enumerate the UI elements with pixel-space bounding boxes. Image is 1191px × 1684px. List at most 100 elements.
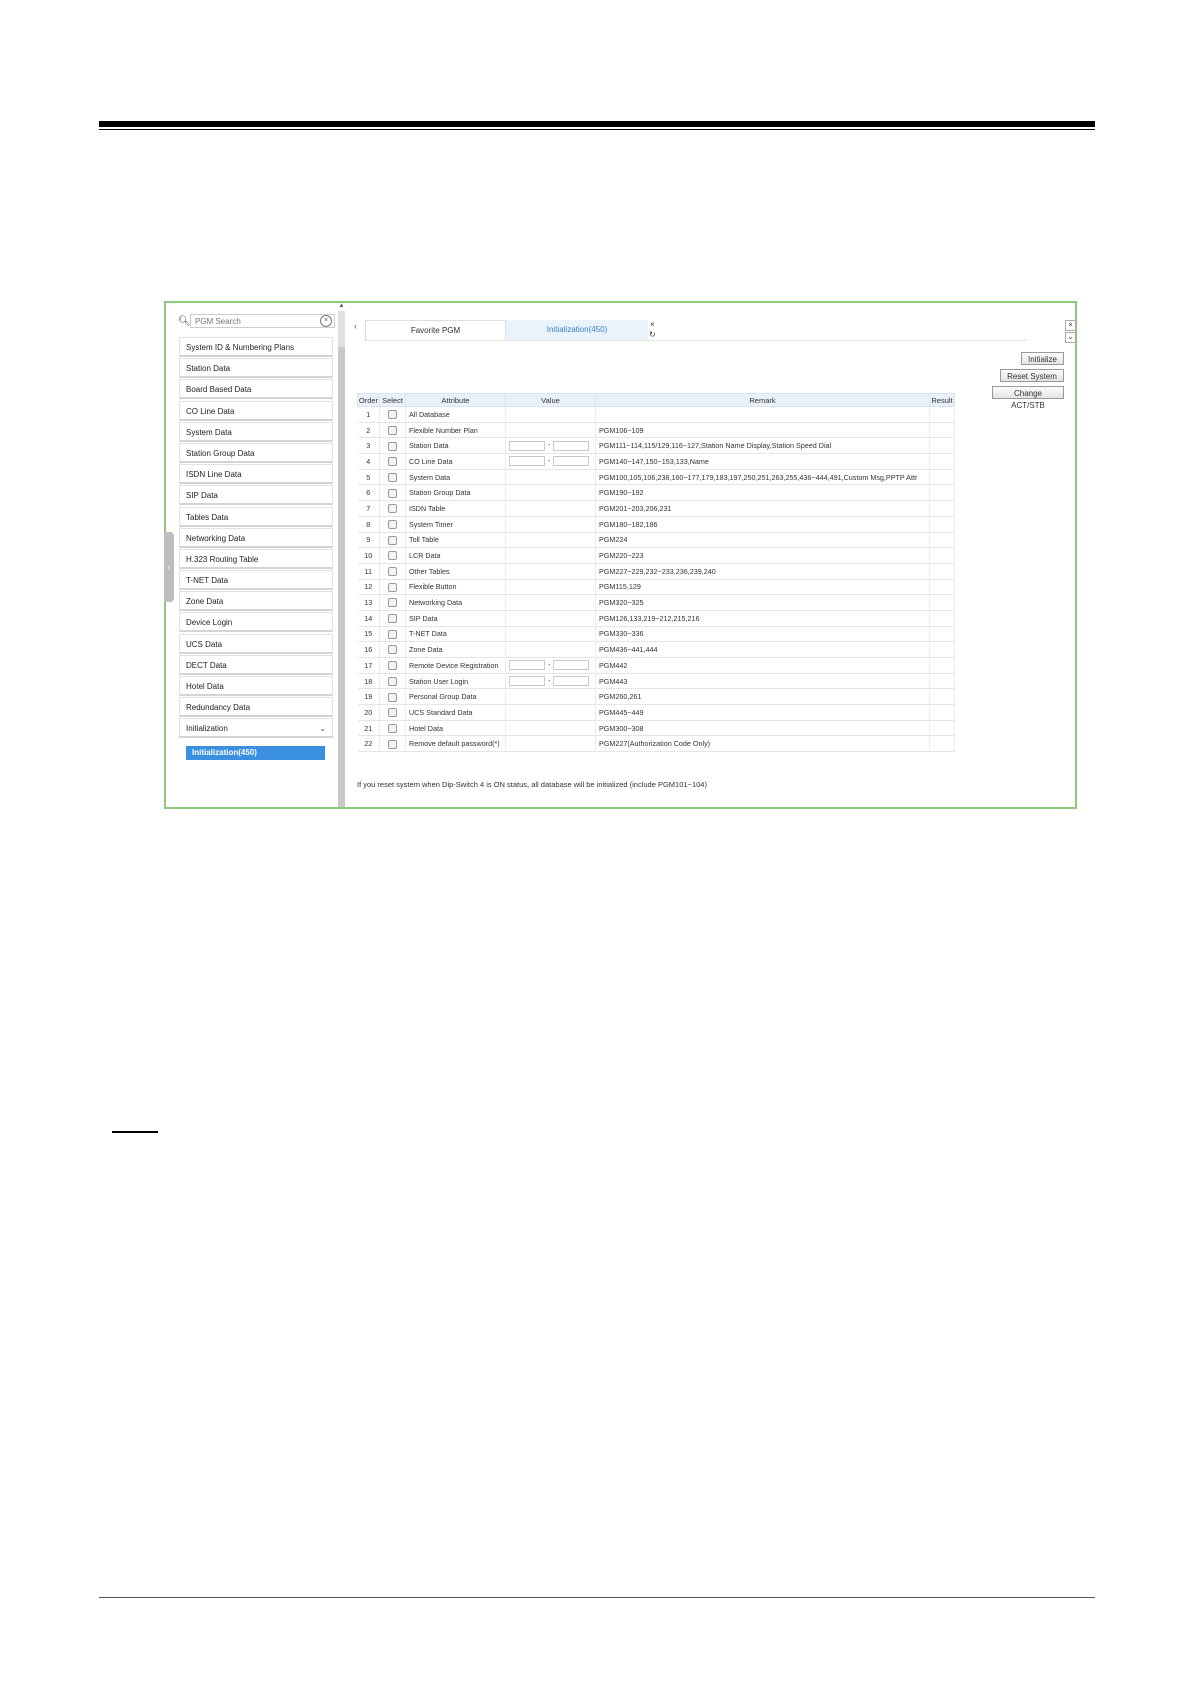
row-select-checkbox[interactable] xyxy=(388,629,397,639)
row-result xyxy=(929,484,955,502)
tab-scroll-left-icon[interactable]: ‹ xyxy=(354,321,357,331)
sidebar-item[interactable]: T-NET Data xyxy=(179,570,333,591)
row-select-checkbox[interactable] xyxy=(388,661,397,671)
row-select-cell xyxy=(379,594,406,611)
row-select-checkbox[interactable] xyxy=(388,410,397,420)
row-attribute: Station Group Data xyxy=(405,484,506,502)
sidebar-item[interactable]: System ID & Numbering Plans xyxy=(179,337,333,357)
row-select-checkbox[interactable] xyxy=(388,598,397,608)
sidebar-item[interactable]: Device Login xyxy=(179,612,333,633)
sidebar-item[interactable]: Networking Data xyxy=(179,527,333,548)
sidebar-item[interactable]: Hotel Data xyxy=(179,676,333,696)
row-select-checkbox[interactable] xyxy=(388,676,397,686)
collapse-sidebar-handle[interactable]: ‹ xyxy=(164,532,174,602)
initialize-button[interactable]: Initialize xyxy=(1021,352,1064,365)
row-result xyxy=(929,406,955,423)
range-end-input[interactable] xyxy=(553,676,590,687)
row-attribute: LCR Data xyxy=(405,547,506,564)
range-end-input[interactable] xyxy=(553,660,590,671)
tab-initialization[interactable]: Initialization(450) xyxy=(506,320,648,340)
table-row: 14 SIP Data PGM126,133,219~212,215,216 xyxy=(357,610,955,627)
clear-search-icon[interactable]: × xyxy=(320,315,332,327)
range-start-input[interactable] xyxy=(509,440,545,451)
change-act-stb-button[interactable]: Change ACT/STB xyxy=(992,386,1064,410)
row-value: - xyxy=(505,657,596,674)
sidebar-scrollbar-thumb[interactable] xyxy=(338,347,345,807)
row-select-checkbox[interactable] xyxy=(388,504,397,514)
row-select-checkbox[interactable] xyxy=(388,614,397,624)
sidebar-item-label: Device Login xyxy=(186,618,233,628)
row-select-checkbox[interactable] xyxy=(388,723,397,733)
sidebar-item[interactable]: SIP Data xyxy=(179,485,333,506)
sidebar-item[interactable]: Zone Data xyxy=(179,591,333,612)
tab-favorite-pgm[interactable]: Favorite PGM xyxy=(365,320,506,340)
refresh-tab-icon[interactable]: ↻ xyxy=(649,330,656,339)
row-select-checkbox[interactable] xyxy=(388,519,397,529)
range-end-input[interactable] xyxy=(553,456,590,467)
row-remark: PGM436~441,444 xyxy=(595,641,930,658)
table-row: 8 System Timer PGM180~182,186 xyxy=(357,516,955,533)
row-select-checkbox[interactable] xyxy=(388,567,397,577)
row-select-checkbox[interactable] xyxy=(388,692,397,702)
row-select-checkbox[interactable] xyxy=(388,739,397,749)
sidebar-item[interactable]: Station Data xyxy=(179,358,333,379)
range-start-input[interactable] xyxy=(509,660,545,671)
range-start-input[interactable] xyxy=(509,676,545,687)
row-result xyxy=(929,626,955,643)
row-value xyxy=(505,610,596,627)
row-select-checkbox[interactable] xyxy=(388,582,397,592)
row-select-checkbox[interactable] xyxy=(388,472,397,482)
sidebar-item[interactable]: CO Line Data xyxy=(179,400,333,421)
row-remark: PGM260,261 xyxy=(595,688,930,706)
row-attribute: Flexible Button xyxy=(405,579,506,596)
table-row: 6 Station Group Data PGM190~192 xyxy=(357,484,955,502)
initialization-table: Order Select Attribute Value Remark Resu… xyxy=(357,393,955,753)
footnote: If you reset system when Dip-Switch 4 is… xyxy=(357,780,707,789)
row-order: 3 xyxy=(357,437,380,455)
sidebar-subitem-initialization-450[interactable]: Initialization(450) xyxy=(186,746,325,761)
row-select-checkbox[interactable] xyxy=(388,708,397,718)
table-row: 19 Personal Group Data PGM260,261 xyxy=(357,688,955,706)
collapse-window-icon[interactable]: ⌄ xyxy=(1065,332,1076,343)
row-select-checkbox[interactable] xyxy=(388,441,397,451)
row-order: 20 xyxy=(357,704,380,721)
sidebar-item[interactable]: System Data xyxy=(179,421,333,442)
sidebar-item[interactable]: H.323 Routing Table xyxy=(179,548,333,569)
search-input[interactable] xyxy=(190,314,335,328)
sidebar-item-label: H.323 Routing Table xyxy=(186,554,259,564)
reset-system-button[interactable]: Reset System xyxy=(1000,369,1064,382)
row-select-checkbox[interactable] xyxy=(388,488,397,498)
row-attribute: Toll Table xyxy=(405,532,506,549)
sidebar-item[interactable]: ISDN Line Data xyxy=(179,464,333,485)
sidebar-item[interactable]: Initialization ⌄ xyxy=(179,718,333,739)
close-window-icon[interactable]: × xyxy=(1065,320,1076,331)
row-select-cell xyxy=(379,469,406,486)
sidebar-item[interactable]: Tables Data xyxy=(179,506,333,527)
row-select-checkbox[interactable] xyxy=(388,645,397,655)
row-select-checkbox[interactable] xyxy=(388,425,397,435)
header-value: Value xyxy=(505,393,596,407)
table-header-row: Order Select Attribute Value Remark Resu… xyxy=(357,393,955,407)
row-order: 8 xyxy=(357,516,380,533)
sidebar-item[interactable]: Board Based Data xyxy=(179,379,333,400)
sidebar-item-label: DECT Data xyxy=(186,660,227,670)
sidebar-item[interactable]: DECT Data xyxy=(179,654,333,675)
close-tab-icon[interactable]: × xyxy=(650,320,655,329)
header-result: Result xyxy=(929,393,955,407)
range-end-input[interactable] xyxy=(553,440,590,451)
table-row: 2 Flexible Number Plan PGM106~109 xyxy=(357,422,955,439)
value-range: - xyxy=(509,440,592,451)
sidebar-item[interactable]: Redundancy Data xyxy=(179,697,333,718)
range-start-input[interactable] xyxy=(509,456,545,467)
row-remark: PGM106~109 xyxy=(595,422,930,439)
row-attribute: All Database xyxy=(405,406,506,423)
sidebar-item[interactable]: UCS Data xyxy=(179,633,333,654)
row-select-checkbox[interactable] xyxy=(388,457,397,467)
row-select-checkbox[interactable] xyxy=(388,551,397,561)
sidebar-item[interactable]: Station Group Data xyxy=(179,442,333,463)
row-select-checkbox[interactable] xyxy=(388,535,397,545)
scroll-up-arrow-icon[interactable]: ▲ xyxy=(338,303,345,311)
row-remark: PGM224 xyxy=(595,532,930,549)
row-result xyxy=(929,500,955,517)
row-attribute: UCS Standard Data xyxy=(405,704,506,721)
